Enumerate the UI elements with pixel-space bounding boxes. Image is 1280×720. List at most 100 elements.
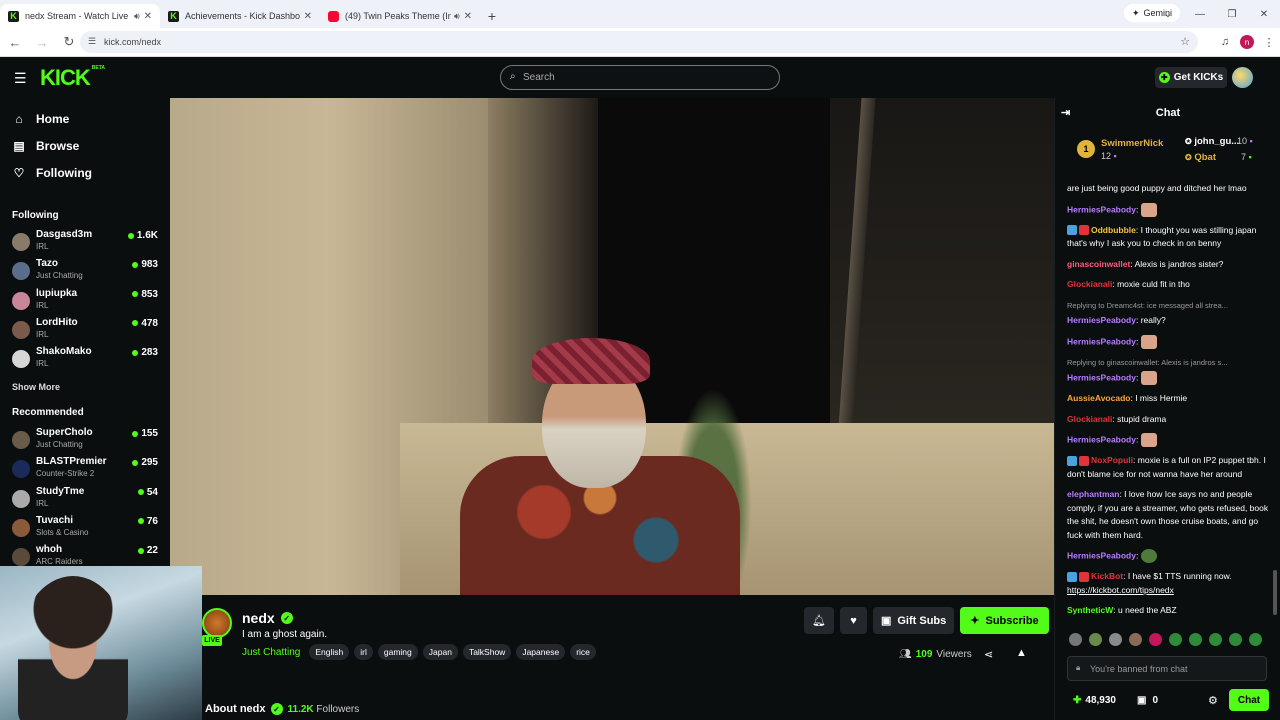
chat-username[interactable]: ginascoinwallet — [1067, 259, 1130, 269]
chat-message[interactable]: HermiesPeabody: — [1067, 202, 1275, 217]
minimize-icon[interactable]: — — [1184, 0, 1216, 28]
get-kicks-button[interactable]: ✚ Get KICKs — [1155, 67, 1227, 88]
profile-avatar[interactable]: n — [1240, 35, 1254, 49]
close-tab-icon[interactable]: ✕ — [144, 11, 152, 22]
sidebar-channel[interactable]: SuperCholo Just Chatting 155 — [12, 427, 162, 455]
stream-tag[interactable]: gaming — [377, 644, 418, 660]
channel-points[interactable]: ✚ 48,930 — [1073, 695, 1116, 706]
sidebar-channel[interactable]: Tuvachi Slots & Casino 76 — [12, 515, 162, 543]
chat-message[interactable]: are just being good puppy and ditched he… — [1067, 182, 1275, 196]
close-tab-icon[interactable]: ✕ — [464, 11, 472, 22]
chat-username[interactable]: HermiesPeabody — [1067, 204, 1136, 214]
tab-search-icon[interactable]: ⌄ — [1152, 0, 1184, 28]
close-tab-icon[interactable]: ✕ — [304, 11, 312, 22]
chat-username[interactable]: NoxPopuli — [1091, 455, 1133, 465]
chat-username[interactable]: SyntheticW — [1067, 605, 1113, 615]
maximize-icon[interactable]: ❐ — [1216, 0, 1248, 28]
chat-message[interactable]: HermiesPeabody: — [1067, 433, 1275, 447]
follow-heart-button[interactable]: ♥ — [839, 607, 867, 634]
sidebar-channel[interactable]: StudyTme IRL 54 — [12, 486, 162, 514]
emote-icon[interactable] — [1249, 633, 1262, 646]
category-link[interactable]: Just Chatting — [242, 647, 300, 658]
chat-username[interactable]: Glockianali — [1067, 279, 1112, 289]
chat-message[interactable]: Glockianali: moxie culd fit in tho — [1067, 278, 1275, 292]
nav-home[interactable]: ⌂ Home — [12, 112, 69, 126]
chat-message[interactable]: Replying to Dreamc4st: ice messaged all … — [1067, 299, 1275, 328]
search-input[interactable]: ⌕ Search — [500, 65, 780, 90]
chat-message[interactable]: HermiesPeabody: — [1067, 549, 1275, 563]
chat-message[interactable]: KickBot: I have $1 TTS running now. https… — [1067, 570, 1275, 597]
menu-icon[interactable]: ⋮ — [1258, 31, 1280, 53]
emote-icon[interactable] — [1169, 633, 1182, 646]
chat-username[interactable]: AussieAvocado — [1067, 393, 1130, 403]
stream-tag[interactable]: Japanese — [516, 644, 566, 660]
close-window-icon[interactable]: ✕ — [1248, 0, 1280, 28]
chat-username[interactable]: HermiesPeabody — [1067, 550, 1136, 560]
chat-username[interactable]: Oddbubble — [1091, 225, 1136, 235]
emote-icon[interactable] — [1189, 633, 1202, 646]
subscribe-button[interactable]: ✦ Subscribe — [960, 607, 1049, 634]
video-player[interactable] — [170, 98, 1054, 595]
chat-message[interactable]: AussieAvocado: I miss Hermie — [1067, 392, 1275, 406]
nav-following[interactable]: ♡ Following — [12, 166, 92, 180]
back-icon[interactable]: ← — [3, 30, 27, 54]
stream-tag[interactable]: Japan — [422, 644, 458, 660]
emote-icon[interactable] — [1089, 633, 1102, 646]
chat-link[interactable]: https://kickbot.com/tips/nedx — [1067, 585, 1174, 595]
chat-message[interactable]: elephantman: I love how Ice says no and … — [1067, 488, 1275, 542]
emote-icon[interactable] — [1209, 633, 1222, 646]
page-scrollbar[interactable] — [1273, 570, 1277, 615]
emote-icon[interactable] — [1129, 633, 1142, 646]
sidebar-channel[interactable]: Tazo Just Chatting 983 — [12, 258, 162, 286]
sidebar-channel[interactable]: LordHito IRL 478 — [12, 317, 162, 345]
emote-icon[interactable] — [1109, 633, 1122, 646]
hamburger-menu-icon[interactable]: ☰ — [14, 70, 27, 87]
leaderboard-name[interactable]: ✪ john_gu... — [1185, 136, 1239, 147]
gift-subs-button[interactable]: ▣ Gift Subs — [872, 607, 955, 634]
chat-message[interactable]: Replying to ginascoinwallet: Alexis is j… — [1067, 356, 1275, 385]
notification-bell-button[interactable]: 🔔︎ — [804, 607, 834, 634]
bookmark-star-icon[interactable]: ☆ — [1180, 35, 1190, 48]
leaderboard-name[interactable]: ✪ Qbat — [1185, 152, 1216, 163]
chat-username[interactable]: HermiesPeabody — [1067, 372, 1136, 382]
sidebar-channel[interactable]: ShakoMako IRL 283 — [12, 346, 162, 374]
emote-icon[interactable] — [1229, 633, 1242, 646]
sidebar-channel[interactable]: BLASTPremier Counter-Strike 2 295 — [12, 456, 162, 484]
streamer-name[interactable]: nedx ✓ — [242, 610, 293, 626]
chat-message[interactable]: Glockianali: stupid drama — [1067, 413, 1275, 427]
nav-browse[interactable]: ▤ Browse — [12, 139, 79, 153]
chat-message[interactable]: HermiesPeabody: — [1067, 334, 1275, 349]
chat-username[interactable]: HermiesPeabody — [1067, 434, 1136, 444]
stream-tag[interactable]: TalkShow — [462, 644, 512, 660]
chat-message[interactable]: ginascoinwallet: Alexis is jandros siste… — [1067, 258, 1275, 272]
gear-icon[interactable]: ⚙ — [1208, 694, 1218, 707]
forward-icon[interactable]: → — [30, 30, 54, 54]
browser-tab[interactable]: Knedx Stream - Watch Live o 🔊︎ ✕ — [0, 4, 160, 28]
user-avatar[interactable] — [1232, 67, 1253, 88]
chat-username[interactable]: HermiesPeabody — [1067, 336, 1136, 346]
gift-counter[interactable]: ▣ 0 — [1137, 695, 1158, 706]
leaderboard-name[interactable]: SwimmerNick — [1101, 138, 1163, 149]
browser-tab[interactable]: (49) Twin Peaks Theme (Inst 🔊︎ ✕ — [320, 4, 480, 28]
emote-icon[interactable] — [1069, 633, 1082, 646]
sidebar-channel[interactable]: lupiupka IRL 853 — [12, 288, 162, 316]
tab-audio-icon[interactable]: 🔊︎ — [134, 11, 140, 22]
reply-context[interactable]: Replying to ginascoinwallet: Alexis is j… — [1067, 356, 1275, 370]
show-more-link[interactable]: Show More — [12, 382, 60, 392]
chat-username[interactable]: Glockianali — [1067, 414, 1112, 424]
streamer-avatar[interactable]: LIVE — [202, 608, 232, 648]
media-control-icon[interactable]: ♫ — [1214, 31, 1236, 53]
new-tab-icon[interactable]: + — [480, 4, 504, 28]
stream-tag[interactable]: English — [309, 644, 350, 660]
site-info-icon[interactable]: ☰ — [88, 36, 96, 47]
sidebar-channel[interactable]: Dasgasd3m IRL 1.6K — [12, 229, 162, 257]
chat-message[interactable]: NoxPopuli: moxie is a full on IP2 puppet… — [1067, 454, 1275, 481]
reload-icon[interactable]: ↻ — [57, 30, 81, 54]
report-icon[interactable]: ▲ — [1016, 647, 1027, 659]
chat-username[interactable]: HermiesPeabody — [1067, 315, 1136, 325]
chat-username[interactable]: elephantman — [1067, 489, 1119, 499]
send-chat-button[interactable]: Chat — [1229, 689, 1269, 711]
chat-username[interactable]: KickBot — [1091, 571, 1123, 581]
url-field[interactable]: ☰ kick.com/nedx ☆ — [80, 31, 1198, 53]
kick-logo[interactable]: KICK BETA — [40, 65, 105, 91]
